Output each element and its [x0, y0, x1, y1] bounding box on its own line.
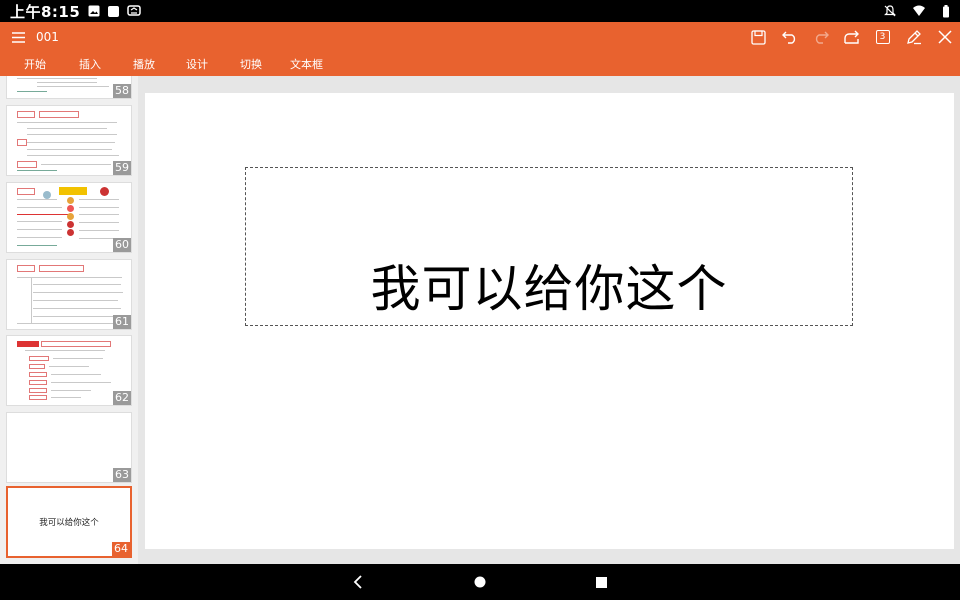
redo-button[interactable]	[805, 22, 836, 52]
pen-button[interactable]	[898, 22, 929, 52]
slide-canvas[interactable]: 我可以给你这个	[145, 93, 954, 549]
slide-number: 59	[113, 161, 131, 175]
slide-thumbnail-panel[interactable]: 58 59 60 61 62 63 我可以给你这个 64	[0, 76, 138, 564]
slide-thumbnail-active[interactable]: 我可以给你这个 64	[6, 486, 132, 558]
slide-number: 61	[113, 315, 131, 329]
tab-home[interactable]: 开始	[24, 56, 46, 72]
slide-thumbnail[interactable]: 60	[6, 182, 132, 253]
tab-play[interactable]: 播放	[133, 56, 155, 72]
slide-number: 63	[113, 468, 131, 482]
status-time: 上午8:15	[10, 2, 81, 21]
wifi-icon	[912, 5, 926, 17]
hamburger-menu-button[interactable]	[0, 22, 36, 52]
tab-transition[interactable]: 切换	[240, 56, 262, 72]
slide-thumbnail[interactable]: 58	[6, 76, 132, 99]
close-icon	[937, 30, 952, 44]
slide-thumbnail[interactable]: 59	[6, 105, 132, 176]
close-button[interactable]	[929, 22, 960, 52]
share-button[interactable]	[836, 22, 867, 52]
slide-number: 62	[113, 391, 131, 405]
menu-tabs: 开始 插入 播放 设计 切换 文本框	[0, 52, 960, 76]
document-title: 001	[36, 30, 59, 44]
back-icon	[353, 575, 362, 589]
hamburger-icon	[11, 31, 25, 43]
mute-icon	[884, 5, 896, 17]
home-button[interactable]	[460, 564, 500, 600]
slide-thumbnail[interactable]: 62	[6, 335, 132, 406]
slide-number: 58	[113, 84, 131, 98]
recents-icon	[595, 576, 607, 588]
slide-count-button[interactable]: 3	[867, 22, 898, 52]
slide-textbox[interactable]: 我可以给你这个	[245, 167, 853, 326]
tab-design[interactable]: 设计	[186, 56, 208, 72]
status-bar: 上午8:15	[0, 0, 960, 22]
slide-thumbnail[interactable]: 61	[6, 259, 132, 330]
title-bar: 001 3	[0, 22, 960, 52]
tab-textbox[interactable]: 文本框	[290, 56, 323, 72]
redo-icon	[815, 31, 829, 44]
main-content: 58 59 60 61 62 63 我可以给你这个 64 我可以给你这个	[0, 76, 960, 564]
pen-icon	[906, 30, 921, 45]
back-button[interactable]	[338, 564, 378, 600]
home-icon	[474, 576, 486, 588]
save-icon	[751, 29, 766, 45]
slide-thumbnail[interactable]: 63	[6, 412, 132, 483]
share-icon	[843, 30, 859, 44]
undo-button[interactable]	[774, 22, 805, 52]
slide-text[interactable]: 我可以给你这个	[371, 249, 728, 325]
recents-button[interactable]	[581, 564, 621, 600]
slide-number: 60	[113, 238, 131, 252]
cast-icon	[127, 5, 142, 17]
slide-count-icon: 3	[875, 30, 890, 44]
save-button[interactable]	[743, 22, 774, 52]
image-icon	[88, 5, 100, 17]
tab-insert[interactable]: 插入	[79, 56, 101, 72]
undo-icon	[781, 31, 795, 44]
app-icon	[108, 5, 120, 17]
battery-icon	[942, 4, 950, 18]
navigation-bar	[0, 564, 960, 600]
slide-number: 64	[112, 542, 130, 556]
